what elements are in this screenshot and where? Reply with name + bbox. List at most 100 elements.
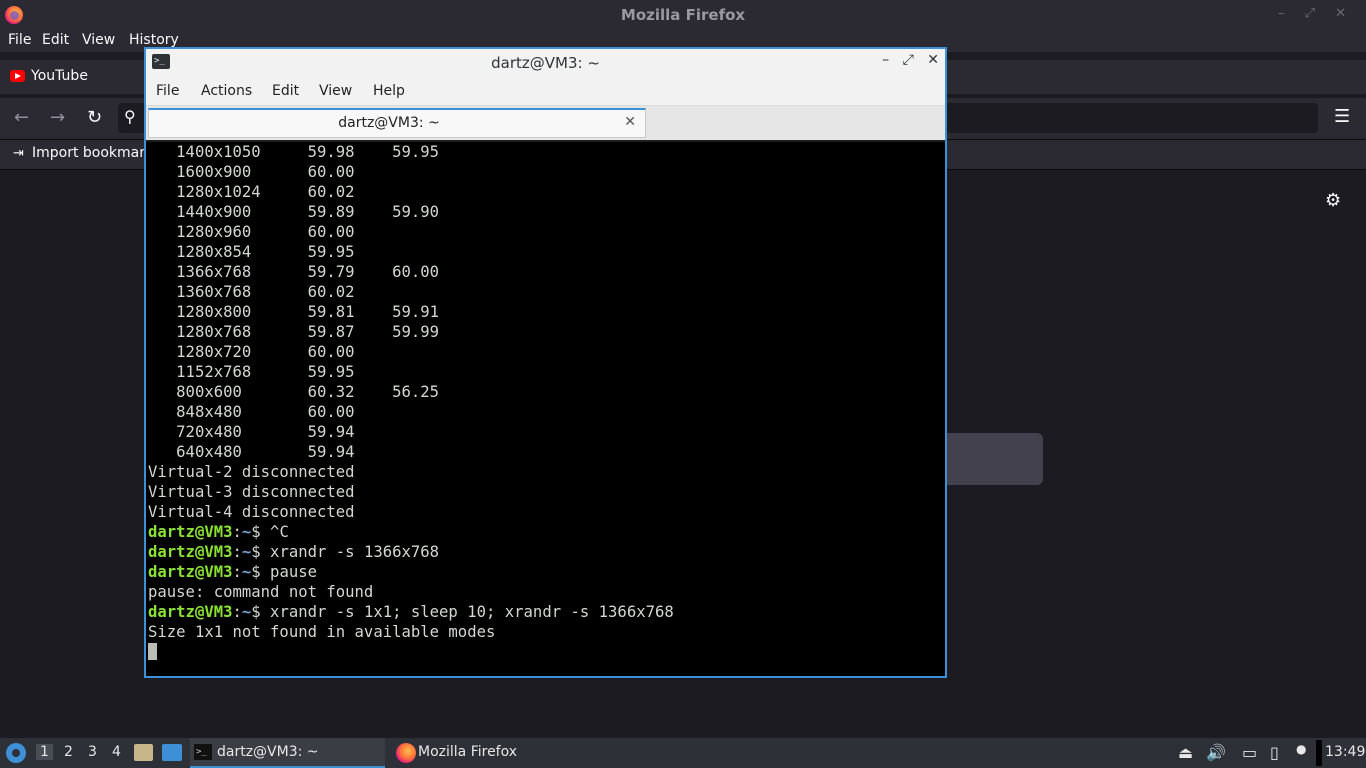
terminal-output-line: 1280x960 60.00 — [148, 223, 355, 241]
prompt-symbol: $ — [251, 563, 261, 581]
terminal-menu-edit[interactable]: Edit — [272, 83, 299, 99]
firefox-menu-edit[interactable]: Edit — [42, 32, 69, 48]
prompt-path: ~ — [241, 603, 252, 621]
firefox-titlebar: Mozilla Firefox – ⤢ ✕ — [0, 0, 1366, 30]
prompt-path: ~ — [241, 543, 252, 561]
prompt-colon: : — [232, 603, 242, 621]
task-terminal-label: dartz@VM3: ~ — [217, 744, 319, 760]
task-terminal[interactable]: >_ dartz@VM3: ~ — [190, 738, 385, 768]
terminal-output-line: 1600x900 60.00 — [148, 163, 355, 181]
app-menu-icon[interactable] — [6, 743, 26, 763]
prompt-symbol: $ — [251, 603, 261, 621]
tab-close-icon[interactable]: ✕ — [624, 114, 636, 130]
workspace-3[interactable]: 3 — [88, 744, 97, 760]
prompt-user: dartz@VM3 — [148, 603, 233, 621]
terminal-output-line: Virtual-3 disconnected — [148, 483, 355, 501]
network-icon[interactable]: ▭ — [1242, 743, 1257, 762]
clipboard-icon[interactable]: ▯ — [1270, 743, 1279, 762]
firefox-icon — [396, 743, 416, 763]
import-icon: ⇥ — [13, 146, 24, 161]
terminal-command-line: dartz@VM3:~$ pause — [148, 562, 674, 582]
terminal-command-line: dartz@VM3:~$ xrandr -s 1x1; sleep 10; xr… — [148, 602, 674, 622]
youtube-icon — [10, 70, 25, 82]
terminal-command-line: dartz@VM3:~$ ^C — [148, 522, 674, 542]
terminal-window: >_ dartz@VM3: ~ – ⤢ ✕ File Actions Edit … — [144, 47, 947, 678]
terminal-output-line: 1440x900 59.89 59.90 — [148, 203, 440, 221]
terminal-menu-help[interactable]: Help — [373, 83, 405, 99]
terminal-output-line: 800x600 60.32 56.25 — [148, 383, 440, 401]
eject-icon[interactable]: ⏏ — [1178, 743, 1193, 762]
command-text: ^C — [260, 523, 289, 541]
notification-icon[interactable]: ● — [1296, 742, 1306, 756]
terminal-output-line: 1152x768 59.95 — [148, 363, 355, 381]
reload-icon[interactable]: ↻ — [87, 107, 102, 128]
back-arrow-icon[interactable]: ← — [14, 107, 29, 128]
terminal-output-line: 720x480 59.94 — [148, 423, 355, 441]
terminal-command-line: dartz@VM3:~$ xrandr -s 1366x768 — [148, 542, 674, 562]
prompt-user: dartz@VM3 — [148, 523, 233, 541]
command-text: xrandr -s 1366x768 — [260, 543, 440, 561]
terminal-output-line: 640x480 59.94 — [148, 443, 355, 461]
terminal-menu-view[interactable]: View — [319, 83, 352, 99]
prompt-symbol: $ — [251, 543, 261, 561]
terminal-output-line: 1400x1050 59.98 59.95 — [148, 143, 440, 161]
workspace-1[interactable]: 1 — [36, 744, 53, 760]
command-text: xrandr -s 1x1; sleep 10; xrandr -s 1366x… — [260, 603, 674, 621]
terminal-output-line: 1280x768 59.87 59.99 — [148, 323, 440, 341]
import-bookmarks-button[interactable]: Import bookmark — [32, 145, 153, 161]
terminal-output-line: Virtual-4 disconnected — [148, 503, 355, 521]
workspace-2[interactable]: 2 — [64, 744, 73, 760]
text-cursor — [148, 643, 157, 660]
prompt-colon: : — [232, 523, 242, 541]
close-button[interactable]: ✕ — [927, 52, 939, 68]
terminal-tab-label: dartz@VM3: ~ — [338, 115, 440, 131]
terminal-cursor-line — [148, 642, 674, 662]
terminal-menu-file[interactable]: File — [156, 83, 179, 99]
task-firefox[interactable]: Mozilla Firefox — [392, 738, 592, 768]
terminal-output-line: 1360x768 60.02 — [148, 283, 355, 301]
prompt-colon: : — [232, 563, 242, 581]
terminal-tabbar: dartz@VM3: ~ ✕ — [146, 106, 945, 140]
task-firefox-label: Mozilla Firefox — [418, 744, 518, 760]
prompt-path: ~ — [241, 523, 252, 541]
terminal-output-line: 1366x768 59.79 60.00 — [148, 263, 440, 281]
terminal-output[interactable]: 1400x1050 59.98 59.95 1600x900 60.00 128… — [146, 142, 945, 676]
terminal-output-line: 1280x1024 60.02 — [148, 183, 355, 201]
terminal-output-line: 1280x720 60.00 — [148, 343, 355, 361]
terminal-window-title: dartz@VM3: ~ — [491, 54, 600, 72]
terminal-output-line: 1280x854 59.95 — [148, 243, 355, 261]
firefox-menu-view[interactable]: View — [82, 32, 115, 48]
volume-icon[interactable]: 🔊 — [1206, 743, 1226, 762]
clock[interactable]: 13:49 — [1325, 744, 1365, 760]
maximize-button[interactable]: ⤢ — [903, 52, 914, 68]
gear-icon[interactable]: ⚙ — [1325, 190, 1341, 211]
prompt-path: ~ — [241, 563, 252, 581]
terminal-titlebar[interactable]: >_ dartz@VM3: ~ – ⤢ ✕ — [146, 49, 945, 76]
terminal-menu-actions[interactable]: Actions — [201, 83, 252, 99]
firefox-window-controls[interactable]: – ⤢ ✕ — [1278, 6, 1354, 21]
file-manager-icon[interactable] — [134, 744, 153, 761]
terminal-lines: 1400x1050 59.98 59.95 1600x900 60.00 128… — [148, 142, 674, 662]
terminal-menubar: File Actions Edit View Help — [146, 76, 945, 106]
workspace-4[interactable]: 4 — [112, 744, 121, 760]
prompt-colon: : — [232, 543, 242, 561]
taskbar: 1 2 3 4 >_ dartz@VM3: ~ Mozilla Firefox … — [0, 738, 1366, 768]
minimize-button[interactable]: – — [882, 52, 889, 68]
prompt-user: dartz@VM3 — [148, 563, 233, 581]
terminal-output-line: pause: command not found — [148, 583, 374, 601]
command-text: pause — [260, 563, 318, 581]
terminal-tab[interactable]: dartz@VM3: ~ ✕ — [148, 108, 646, 138]
search-icon: ⚲ — [124, 107, 136, 126]
show-desktop-icon[interactable] — [162, 744, 182, 761]
prompt-user: dartz@VM3 — [148, 543, 233, 561]
terminal-output-line: Virtual-2 disconnected — [148, 463, 355, 481]
bookmark-youtube[interactable]: YouTube — [31, 68, 88, 84]
clock-separator — [1316, 740, 1322, 766]
firefox-menu-file[interactable]: File — [8, 32, 31, 48]
terminal-output-line: 848x480 60.00 — [148, 403, 355, 421]
terminal-output-line: Size 1x1 not found in available modes — [148, 623, 496, 641]
prompt-symbol: $ — [251, 523, 261, 541]
forward-arrow-icon[interactable]: → — [50, 107, 65, 128]
hamburger-menu-icon[interactable]: ☰ — [1334, 106, 1350, 127]
firefox-menu-history[interactable]: History — [129, 32, 179, 48]
